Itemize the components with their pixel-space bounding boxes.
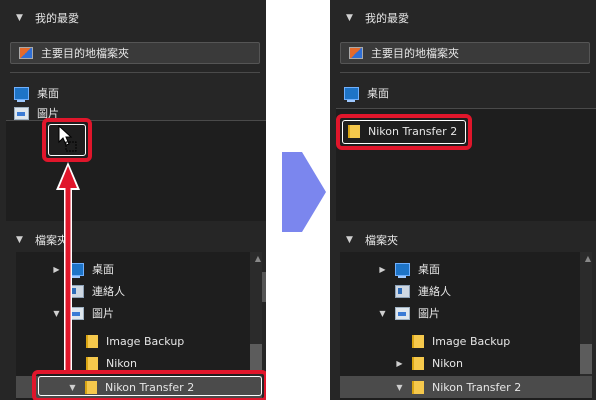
scroll-up-icon[interactable]: ▲ xyxy=(255,254,261,263)
tree-label: Nikon xyxy=(432,356,463,370)
favorite-label: 桌面 xyxy=(367,87,389,100)
next-step-arrow xyxy=(282,152,326,232)
favorite-item-desktop[interactable]: 桌面 xyxy=(344,86,389,102)
panel-resize-handle[interactable] xyxy=(262,272,266,302)
desktop-icon xyxy=(344,86,359,102)
tree-row-contacts[interactable]: 連絡人 xyxy=(16,280,262,302)
collapse-arrow-icon[interactable]: ▼ xyxy=(395,383,404,392)
tree-row-image-backup[interactable]: Image Backup xyxy=(340,330,592,352)
desktop-icon xyxy=(14,86,29,102)
destination-folder-icon xyxy=(19,47,33,59)
favorites-header-label: 我的最愛 xyxy=(365,12,409,25)
left-panel: ▼ 我的最愛 主要目的地檔案夾 桌面 圖片 ▼ 檔案夾 ▶ 桌面 連絡人 ▼ 圖… xyxy=(0,0,266,400)
tree-row-desktop[interactable]: ▶ 桌面 xyxy=(16,258,262,280)
favorite-label: 桌面 xyxy=(37,87,59,100)
primary-destination-item[interactable]: 主要目的地檔案夾 xyxy=(340,42,590,64)
tree-row-pictures[interactable]: ▼ 圖片 xyxy=(16,302,262,324)
divider xyxy=(10,72,260,73)
primary-destination-label: 主要目的地檔案夾 xyxy=(41,47,129,60)
tree-label: 桌面 xyxy=(418,263,440,276)
collapse-triangle-icon: ▼ xyxy=(346,235,353,245)
primary-destination-label: 主要目的地檔案夾 xyxy=(371,47,459,60)
folder-icon xyxy=(412,356,424,370)
folders-header[interactable]: ▼ 檔案夾 xyxy=(0,226,266,254)
favorites-header[interactable]: ▼ 我的最愛 xyxy=(0,4,266,32)
collapse-triangle-icon: ▼ xyxy=(16,235,23,245)
tree-label: Nikon xyxy=(106,356,137,370)
folder-tree[interactable]: ▶ 桌面 連絡人 ▼ 圖片 Image Backup ▶ Nikon ▼ Nik… xyxy=(340,252,592,400)
right-panel: ▼ 我的最愛 主要目的地檔案夾 桌面 Nikon Transfer 2 ▼ 檔案… xyxy=(330,0,596,400)
expand-arrow-icon[interactable]: ▶ xyxy=(395,359,404,368)
highlight-drop-target xyxy=(42,118,92,162)
tree-label: Nikon Transfer 2 xyxy=(432,380,522,394)
expand-arrow-icon[interactable]: ▶ xyxy=(378,265,387,274)
favorites-header[interactable]: ▼ 我的最愛 xyxy=(330,4,596,32)
highlight-source-folder xyxy=(32,370,266,400)
tree-label: Image Backup xyxy=(432,334,511,348)
tree-row-pictures[interactable]: ▼ 圖片 xyxy=(340,302,592,324)
scroll-up-icon[interactable]: ▲ xyxy=(585,254,591,263)
pictures-icon xyxy=(395,306,410,320)
contacts-icon xyxy=(395,284,410,298)
collapse-triangle-icon: ▼ xyxy=(16,13,23,23)
tree-label: 連絡人 xyxy=(92,285,125,298)
tree-row-nikon-transfer-2[interactable]: ▼ Nikon Transfer 2 xyxy=(340,376,592,398)
tree-row-nikon[interactable]: ▶ Nikon xyxy=(340,352,592,374)
collapse-arrow-icon[interactable]: ▼ xyxy=(378,309,387,318)
folders-header[interactable]: ▼ 檔案夾 xyxy=(330,226,596,254)
tree-label: Image Backup xyxy=(106,334,185,348)
tree-label: 桌面 xyxy=(92,263,114,276)
destination-folder-icon xyxy=(349,47,363,59)
tree-label: 連絡人 xyxy=(418,285,451,298)
folder-icon xyxy=(412,380,424,394)
tree-row-desktop[interactable]: ▶ 桌面 xyxy=(340,258,592,280)
pictures-icon xyxy=(14,106,29,120)
folder-icon xyxy=(86,356,98,370)
collapse-triangle-icon: ▼ xyxy=(346,13,353,23)
primary-destination-item[interactable]: 主要目的地檔案夾 xyxy=(10,42,260,64)
tree-row-image-backup[interactable]: Image Backup xyxy=(16,330,262,352)
folder-icon xyxy=(86,334,98,348)
favorite-item-desktop[interactable]: 桌面 xyxy=(14,86,59,102)
desktop-icon xyxy=(395,262,410,278)
divider xyxy=(340,72,590,73)
favorites-header-label: 我的最愛 xyxy=(35,12,79,25)
folders-header-label: 檔案夾 xyxy=(365,234,398,247)
folder-icon xyxy=(412,334,424,348)
highlight-added-favorite xyxy=(336,114,472,150)
tree-label: 圖片 xyxy=(418,307,440,320)
drag-up-arrow xyxy=(56,162,80,374)
tree-label: 圖片 xyxy=(92,307,114,320)
tree-row-contacts[interactable]: 連絡人 xyxy=(340,280,592,302)
scrollbar-thumb[interactable] xyxy=(580,344,592,374)
